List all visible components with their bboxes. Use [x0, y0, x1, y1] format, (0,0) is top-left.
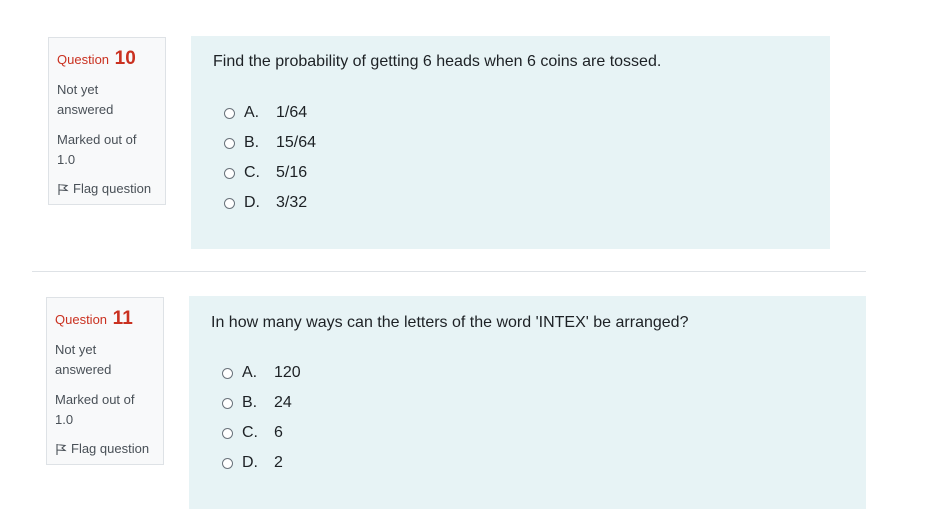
- answer-option-b[interactable]: B. 24: [222, 388, 301, 418]
- question-grade: Marked out of 1.0: [57, 132, 137, 167]
- question-number-value: 10: [114, 48, 136, 69]
- option-letter: D.: [242, 454, 258, 471]
- question-grade: Marked out of 1.0: [55, 392, 135, 427]
- question-prefix: Question: [55, 312, 108, 327]
- radio-unchecked-icon[interactable]: [224, 107, 235, 119]
- radio-unchecked-icon[interactable]: [224, 137, 235, 149]
- answer-option-d[interactable]: D. 3/32: [224, 188, 316, 218]
- option-letter: D.: [244, 194, 260, 211]
- answer-option-c[interactable]: C. 6: [222, 418, 301, 448]
- radio-unchecked-icon[interactable]: [224, 197, 235, 209]
- option-value: 1/64: [276, 104, 308, 121]
- flag-question-link[interactable]: Flag question: [57, 180, 157, 198]
- answer-option-d[interactable]: D. 2: [222, 448, 301, 478]
- option-value: 5/16: [276, 164, 308, 181]
- question-text: Find the probability of getting 6 heads …: [213, 53, 662, 70]
- question-content: In how many ways can the letters of the …: [189, 296, 866, 509]
- option-value: 120: [274, 364, 301, 381]
- question-number-value: 11: [112, 308, 133, 329]
- radio-unchecked-icon[interactable]: [222, 397, 233, 409]
- question-number: Question 11: [55, 308, 155, 330]
- answer-option-c[interactable]: C. 5/16: [224, 158, 316, 188]
- answer-options: A. 120 B. 24 C. 6 D. 2: [222, 358, 301, 478]
- option-letter: A.: [242, 364, 258, 381]
- option-letter: C.: [242, 424, 258, 441]
- option-letter: C.: [244, 164, 260, 181]
- answer-option-a[interactable]: A. 1/64: [224, 98, 316, 128]
- question-number: Question 10: [57, 48, 157, 70]
- answer-options: A. 1/64 B. 15/64 C. 5/16 D. 3/32: [224, 98, 316, 218]
- question-content: Find the probability of getting 6 heads …: [191, 36, 830, 249]
- question-text: In how many ways can the letters of the …: [211, 314, 689, 331]
- option-letter: B.: [242, 394, 258, 411]
- option-value: 15/64: [276, 134, 317, 151]
- option-value: 3/32: [276, 194, 308, 211]
- radio-unchecked-icon[interactable]: [222, 367, 233, 379]
- radio-unchecked-icon[interactable]: [222, 457, 233, 469]
- question-info: Question 11 Not yet answered Marked out …: [46, 297, 164, 465]
- radio-unchecked-icon[interactable]: [224, 167, 235, 179]
- option-value: 24: [274, 394, 292, 411]
- radio-unchecked-icon[interactable]: [222, 427, 233, 439]
- question-info: Question 10 Not yet answered Marked out …: [48, 37, 166, 205]
- question-state: Not yet answered: [57, 82, 114, 117]
- flag-question-label: Flag question: [73, 181, 152, 196]
- answer-option-b[interactable]: B. 15/64: [224, 128, 316, 158]
- option-letter: B.: [244, 134, 260, 151]
- option-letter: A.: [244, 104, 260, 121]
- question-state: Not yet answered: [55, 342, 112, 377]
- question-divider: [32, 271, 866, 272]
- answer-option-a[interactable]: A. 120: [222, 358, 301, 388]
- flag-icon: [55, 443, 67, 456]
- question-prefix: Question: [57, 52, 110, 67]
- option-value: 2: [274, 454, 283, 471]
- flag-question-label: Flag question: [71, 441, 150, 456]
- option-value: 6: [274, 424, 283, 441]
- flag-icon: [57, 183, 69, 196]
- flag-question-link[interactable]: Flag question: [55, 440, 155, 458]
